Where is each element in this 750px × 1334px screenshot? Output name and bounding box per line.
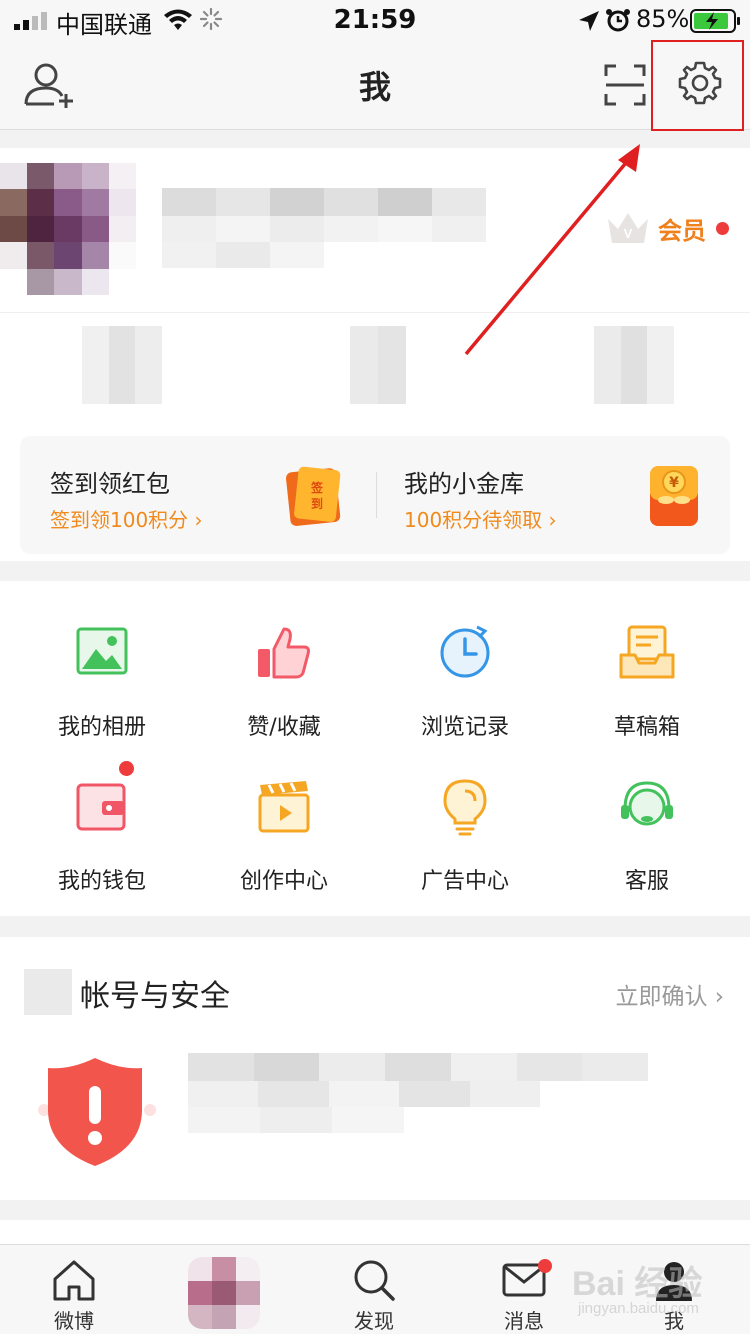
headset-icon	[621, 781, 673, 826]
wallet-icon	[76, 783, 126, 831]
tab-label: 发现	[354, 1309, 394, 1333]
location-arrow-icon	[579, 11, 599, 31]
tab-label: 消息	[504, 1309, 544, 1333]
grid-item-label: 我的相册	[57, 715, 146, 740]
grid-item-customer-service[interactable]: 客服	[556, 777, 738, 927]
grid-item-label: 草稿箱	[613, 715, 680, 740]
scan-icon[interactable]	[604, 64, 646, 106]
tab-center-avatar[interactable]	[174, 1257, 274, 1329]
vip-badge[interactable]: V 会员	[604, 208, 729, 248]
thumbs-up-icon	[258, 627, 310, 679]
baidu-watermark: Bai 经验	[572, 1265, 703, 1303]
red-envelope-checkin-icon: 签 到	[286, 466, 341, 526]
tab-label: 微博	[54, 1309, 94, 1333]
security-thumb	[24, 969, 72, 1015]
reward-divider	[376, 472, 377, 518]
stat-followers-redacted[interactable]	[594, 326, 675, 404]
battery-percentage: 85%	[636, 5, 690, 33]
bio-redacted-2	[162, 242, 324, 268]
security-title: 帐号与安全	[80, 979, 230, 1014]
tab-weibo[interactable]: 微博	[24, 1257, 124, 1334]
grid-item-ad-center[interactable]: 广告中心	[374, 777, 556, 927]
next-section-peek	[0, 1220, 750, 1244]
alarm-clock-icon	[606, 9, 630, 32]
wallet-notification-dot	[119, 761, 134, 776]
battery-charging-icon	[690, 9, 740, 33]
security-info-redacted-2	[188, 1081, 541, 1107]
lightbulb-icon	[443, 779, 487, 836]
tab-messages[interactable]: 消息	[474, 1257, 574, 1334]
username-redacted	[162, 188, 486, 216]
confirm-now-link[interactable]: 立即确认 ›	[615, 977, 724, 1011]
grid-item-label: 客服	[624, 869, 669, 894]
vault-icon-text: ¥	[669, 475, 679, 491]
vip-notification-dot	[716, 221, 729, 235]
grid-item-photo-album[interactable]: 我的相册	[11, 623, 193, 773]
security-info-redacted	[188, 1053, 649, 1081]
clock-history-icon	[440, 625, 490, 678]
divider	[0, 312, 750, 313]
account-security-card[interactable]: 帐号与安全 立即确认 ›	[0, 937, 750, 1200]
drafts-inbox-icon	[619, 625, 675, 679]
grid-item-label: 我的钱包	[57, 869, 146, 894]
grid-item-wallet[interactable]: 我的钱包	[11, 777, 193, 927]
checkin-subtitle: 签到领100积分 ›	[50, 508, 203, 532]
grid-item-drafts[interactable]: 草稿箱	[556, 623, 738, 773]
checkin-title: 签到领红包	[50, 470, 170, 498]
nav-bar: 我	[0, 40, 750, 130]
grid-item-label: 浏览记录	[420, 715, 509, 740]
clapperboard-icon	[258, 781, 310, 833]
grid-item-label: 创作中心	[239, 869, 328, 894]
grid-item-likes[interactable]: 赞/收藏	[193, 623, 375, 773]
checkin-icon-text-1: 签	[310, 480, 324, 495]
grid-item-label: 广告中心	[420, 869, 509, 894]
svg-text:V: V	[624, 226, 633, 241]
baidu-watermark-url: jingyan.baidu.com	[578, 1300, 699, 1317]
settings-highlight-box	[651, 40, 744, 131]
tab-discover[interactable]: 发现	[324, 1257, 424, 1334]
search-icon	[354, 1260, 395, 1301]
rewards-panel: 签到领红包 签到领100积分 › 签 到 我的小金库 100积分待领取 › ¥	[20, 436, 730, 554]
messages-notification-dot	[538, 1259, 552, 1273]
home-icon	[53, 1260, 95, 1301]
status-bar: 中国联通 21:59 85%	[0, 0, 750, 40]
vault-title: 我的小金库	[404, 470, 524, 498]
vip-label: 会员	[658, 216, 706, 245]
grid-item-creator-center[interactable]: 创作中心	[193, 777, 375, 927]
checkin-icon-text-2: 到	[311, 496, 323, 511]
feature-grid: 我的相册 赞/收藏 浏览记录 草稿箱 我的钱包 创作中心 广告中心 客服	[0, 581, 750, 916]
avatar	[188, 1257, 260, 1329]
stat-following-redacted[interactable]	[350, 326, 406, 404]
vault-subtitle: 100积分待领取 ›	[404, 508, 557, 532]
crown-icon: V	[608, 213, 648, 243]
coin-pouch-icon: ¥	[650, 466, 698, 526]
grid-item-label: 赞/收藏	[247, 715, 321, 740]
avatar[interactable]	[0, 163, 136, 295]
security-info-redacted-3	[188, 1107, 404, 1133]
stat-weibo-redacted[interactable]	[82, 326, 163, 404]
photo-album-icon	[76, 627, 128, 675]
warning-shield-icon	[38, 1058, 156, 1166]
grid-item-history[interactable]: 浏览记录	[374, 623, 556, 773]
profile-card: V 会员 签到领红包 签到领100积分 › 签 到 我的小金库 100积分待领取…	[0, 148, 750, 561]
bio-redacted	[162, 216, 486, 242]
